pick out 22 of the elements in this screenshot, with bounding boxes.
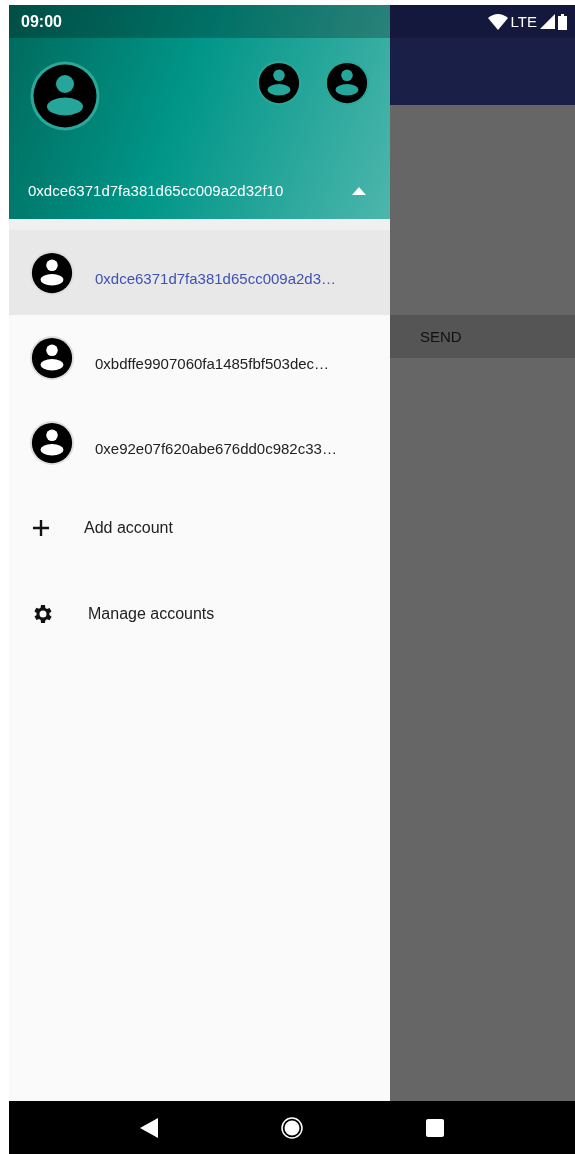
signal-icon: [540, 14, 555, 29]
menu-item[interactable]: Manage accounts: [88, 605, 215, 623]
battery-icon: [558, 13, 567, 30]
account-item[interactable]: 0xe92e07f620abe676dd0c982c33…: [9, 400, 390, 485]
account-item[interactable]: 0xdce6371d7fa381d65cc009a2d3…: [9, 230, 390, 315]
avatar-icon: [29, 249, 75, 296]
account-switch-icon[interactable]: [324, 60, 370, 106]
status-time: 09:00: [21, 12, 62, 31]
account-item[interactable]: 0xbdffe9907060fa1485fbf503dec…: [9, 315, 390, 400]
caret-icon[interactable]: [352, 186, 366, 195]
avatar-icon: [29, 334, 75, 381]
plus-icon: [31, 518, 51, 538]
home-icon[interactable]: [281, 1116, 303, 1139]
avatar-icon: [29, 419, 75, 466]
back-icon[interactable]: [140, 1117, 159, 1138]
network-type: LTE: [510, 13, 537, 30]
current-account-address: 0xdce6371d7fa381d65cc009a2d32f10: [28, 182, 284, 199]
menu-item[interactable]: Add account: [84, 519, 173, 537]
wifi-icon: [487, 13, 508, 30]
account-switch-icon[interactable]: [256, 60, 302, 106]
avatar-icon: [29, 60, 101, 132]
recents-icon[interactable]: [425, 1118, 444, 1137]
